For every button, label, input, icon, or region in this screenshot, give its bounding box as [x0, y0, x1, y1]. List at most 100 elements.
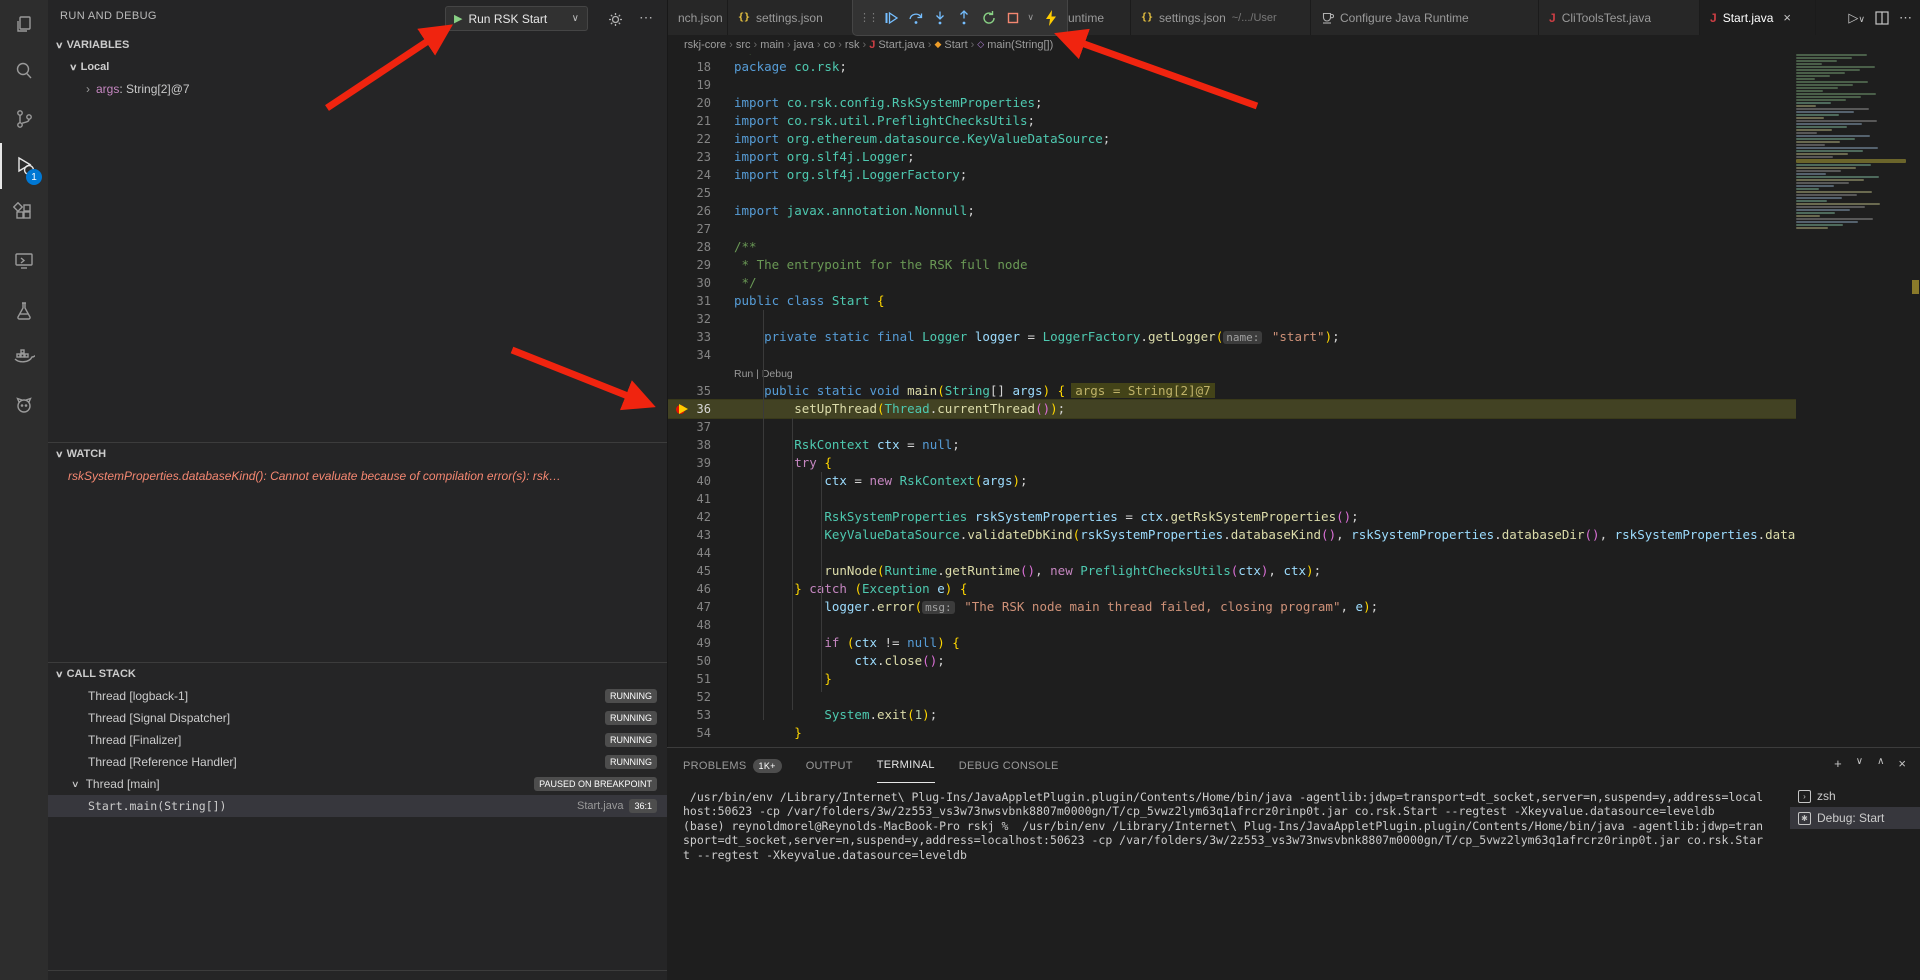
gutter[interactable]: 44 [668, 544, 734, 562]
maximize-panel-icon[interactable]: ∧ [1877, 756, 1884, 771]
gutter[interactable]: 34 [668, 346, 734, 364]
step-into-icon[interactable] [930, 6, 950, 30]
gutter[interactable]: 20 [668, 94, 734, 112]
gutter[interactable]: 42 [668, 508, 734, 526]
gutter[interactable]: 24 [668, 166, 734, 184]
panel-tab-debug-console[interactable]: DEBUG CONSOLE [959, 748, 1059, 783]
overview-ruler[interactable] [1906, 35, 1920, 747]
mascot-icon[interactable] [0, 382, 48, 428]
gutter[interactable]: 19 [668, 76, 734, 94]
gutter[interactable]: 18 [668, 58, 734, 76]
run-debug-icon[interactable]: 1 [0, 143, 48, 189]
tab-configure-java-runtime[interactable]: Configure Java Runtime [1311, 0, 1539, 35]
terminal-session-zsh[interactable]: ›zsh [1790, 785, 1920, 807]
gutter[interactable]: 25 [668, 184, 734, 202]
minimap[interactable] [1796, 54, 1906, 747]
gutter[interactable]: 28 [668, 238, 734, 256]
gutter[interactable]: 39 [668, 454, 734, 472]
watch-section-header[interactable]: ∨ WATCH [48, 443, 667, 465]
hot-code-replace-icon[interactable] [1041, 6, 1061, 30]
close-panel-icon[interactable]: × [1898, 756, 1906, 771]
step-out-icon[interactable] [954, 6, 974, 30]
gutter[interactable]: 49 [668, 634, 734, 652]
step-over-icon[interactable] [905, 6, 925, 30]
tab-settings-json[interactable]: {}settings.json~/.../User [1131, 0, 1311, 35]
terminal-output[interactable]: /usr/bin/env /Library/Internet\ Plug-Ins… [683, 790, 1784, 980]
breadcrumb-item[interactable]: JStart.java [869, 39, 925, 51]
call-stack-thread[interactable]: Thread [logback-1]RUNNING [48, 685, 667, 707]
run-config-dropdown[interactable]: ▶ Run RSK Start ∨ [445, 6, 588, 31]
call-stack-thread[interactable]: Thread [Signal Dispatcher]RUNNING [48, 707, 667, 729]
watch-expression-row[interactable]: rskSystemProperties.databaseKind(): Cann… [48, 465, 667, 487]
code-editor[interactable]: 17 */18package co.rsk;1920import co.rsk.… [668, 54, 1796, 747]
stack-frame-row[interactable]: Start.main(String[])Start.java36:1 [48, 795, 667, 817]
call-stack-thread[interactable]: Thread [Reference Handler]RUNNING [48, 751, 667, 773]
panel-tab-terminal[interactable]: TERMINAL [877, 748, 935, 783]
tab-nch-json[interactable]: nch.json [668, 0, 728, 35]
new-terminal-icon[interactable]: + [1834, 756, 1842, 771]
gutter[interactable]: 45 [668, 562, 734, 580]
variable-row-args[interactable]: › args : String[2]@7 [48, 78, 667, 100]
gutter[interactable]: 46 [668, 580, 734, 598]
gutter[interactable]: 33 [668, 328, 734, 346]
breadcrumb-item[interactable]: java [794, 39, 814, 51]
call-stack-thread[interactable]: ∨Thread [main]PAUSED ON BREAKPOINT [48, 773, 667, 795]
files-icon[interactable] [0, 2, 48, 48]
gutter[interactable]: 53 [668, 706, 734, 724]
tab-start-java[interactable]: JStart.java× [1700, 0, 1816, 35]
gutter[interactable]: 32 [668, 310, 734, 328]
test-beaker-icon[interactable] [0, 288, 48, 334]
variables-scope-local[interactable]: ∨ Local [48, 56, 667, 78]
remote-explorer-icon[interactable] [0, 238, 48, 284]
continue-icon[interactable] [881, 6, 901, 30]
more-actions-icon[interactable]: ⋯ [636, 9, 656, 26]
gutter[interactable]: 50 [668, 652, 734, 670]
split-editor-icon[interactable] [1875, 11, 1889, 25]
terminal-session-debug-start[interactable]: ✱Debug: Start [1790, 807, 1920, 829]
search-icon[interactable] [0, 48, 48, 94]
panel-tab-output[interactable]: OUTPUT [806, 748, 853, 783]
gutter[interactable]: 40 [668, 472, 734, 490]
gutter[interactable]: 26 [668, 202, 734, 220]
gutter[interactable]: 35 [668, 382, 734, 400]
gear-icon[interactable] [608, 9, 628, 27]
chevron-down-icon[interactable]: ∨ [1027, 12, 1036, 23]
gutter[interactable]: 27 [668, 220, 734, 238]
run-file-icon[interactable]: ▷∨ [1848, 10, 1865, 26]
gutter[interactable]: 38 [668, 436, 734, 454]
gutter[interactable]: 21 [668, 112, 734, 130]
call-stack-section-header[interactable]: ∨ CALL STACK [48, 663, 667, 685]
gutter[interactable]: 47 [668, 598, 734, 616]
gutter[interactable]: 37 [668, 418, 734, 436]
panel-tab-problems[interactable]: PROBLEMS1K+ [683, 748, 782, 783]
breadcrumb-item[interactable]: rsk [845, 39, 860, 51]
stop-icon[interactable] [1003, 6, 1023, 30]
gutter[interactable]: 52 [668, 688, 734, 706]
gutter[interactable]: 41 [668, 490, 734, 508]
breadcrumb-item[interactable]: rskj-core [684, 39, 726, 51]
gutter[interactable]: 29 [668, 256, 734, 274]
extensions-icon[interactable] [0, 190, 48, 236]
breadcrumb-item[interactable]: main [760, 39, 784, 51]
close-icon[interactable]: × [1783, 10, 1791, 25]
breakpoint-current-frame-icon[interactable] [676, 404, 688, 414]
docker-icon[interactable] [0, 334, 48, 380]
breadcrumb-item[interactable]: ◇main(String[]) [977, 39, 1053, 51]
variables-section-header[interactable]: ∨ VARIABLES [48, 34, 667, 56]
gutter[interactable]: 23 [668, 148, 734, 166]
gutter[interactable]: 48 [668, 616, 734, 634]
breadcrumb-item[interactable]: ◆Start [934, 39, 967, 51]
gutter[interactable]: 51 [668, 670, 734, 688]
gutter[interactable]: 36 [668, 400, 734, 418]
gutter[interactable]: 54 [668, 724, 734, 742]
drag-handle-icon[interactable]: ⋮⋮ [859, 11, 877, 24]
more-actions-icon[interactable]: ⋯ [1899, 10, 1912, 26]
terminal-dropdown-icon[interactable]: ∨ [1856, 756, 1863, 771]
restart-icon[interactable] [979, 6, 999, 30]
source-control-icon[interactable] [0, 96, 48, 142]
gutter[interactable]: 43 [668, 526, 734, 544]
gutter[interactable]: 31 [668, 292, 734, 310]
gutter[interactable]: 30 [668, 274, 734, 292]
call-stack-thread[interactable]: Thread [Finalizer]RUNNING [48, 729, 667, 751]
breadcrumb-item[interactable]: co [824, 39, 836, 51]
